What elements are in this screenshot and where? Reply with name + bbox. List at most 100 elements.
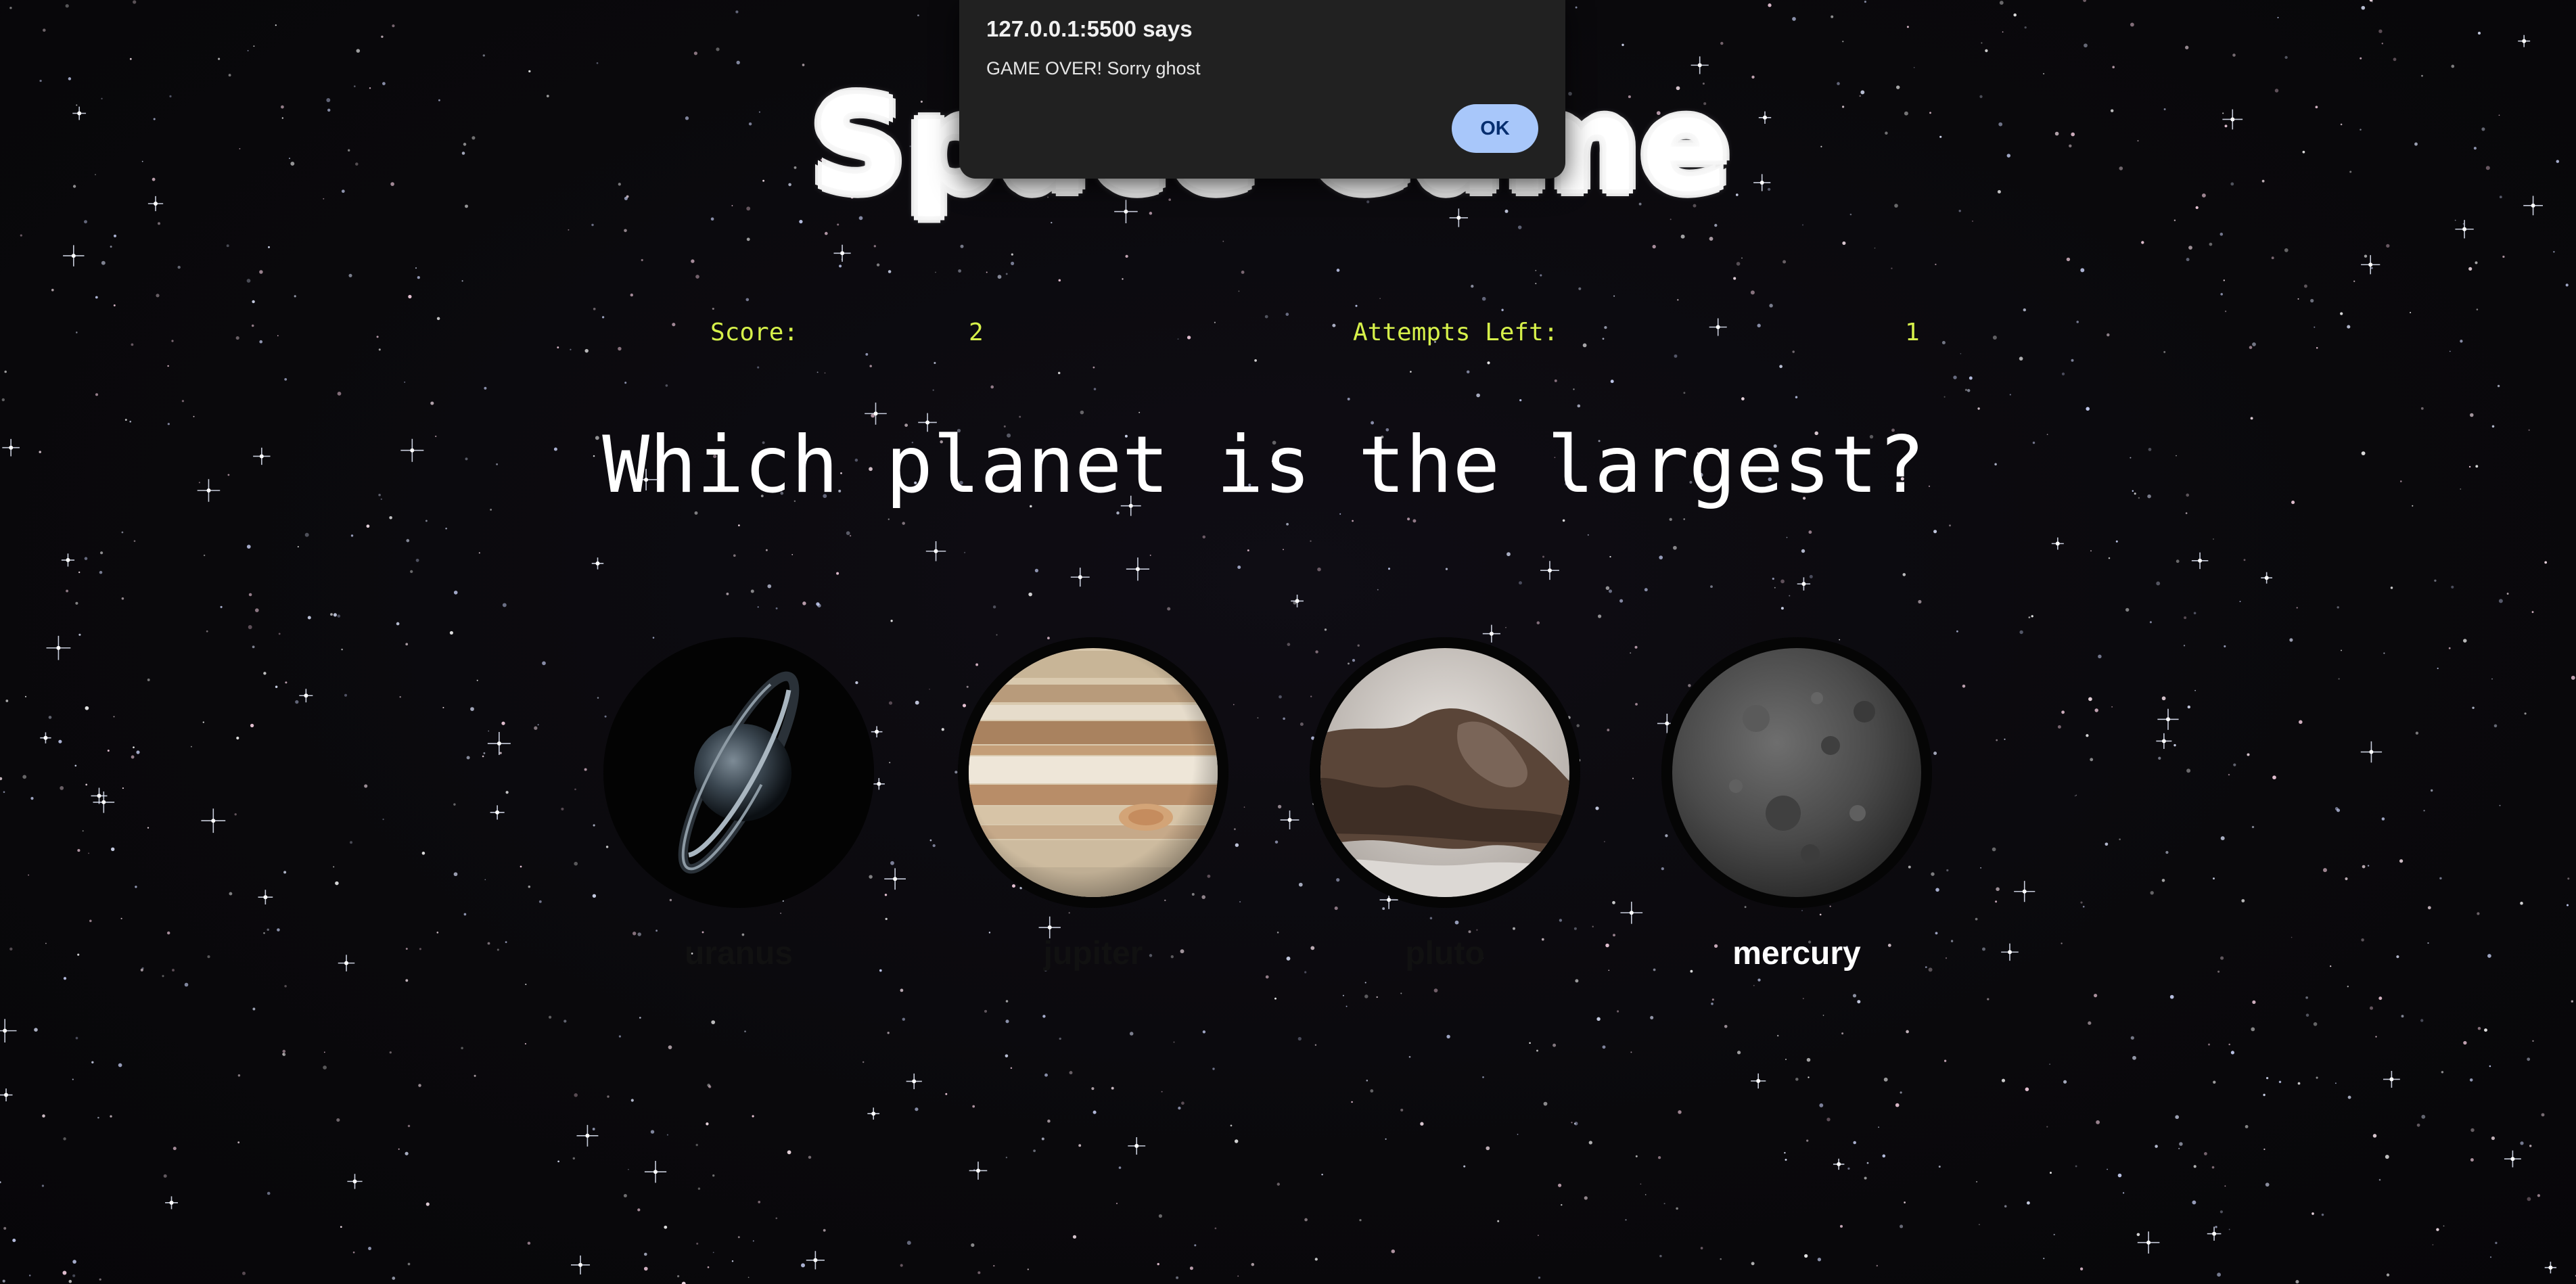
star [449, 630, 453, 635]
star [84, 557, 88, 560]
star [2330, 965, 2332, 967]
star [497, 948, 499, 951]
star [637, 1208, 641, 1212]
star [74, 764, 77, 767]
star [986, 271, 988, 273]
star [1753, 984, 1755, 986]
star [2111, 706, 2113, 708]
planet-option-uranus[interactable]: uranus [603, 637, 874, 970]
star [2263, 1093, 2266, 1097]
star [1149, 554, 1151, 556]
star [1634, 645, 1638, 649]
star [2053, 1233, 2055, 1236]
star [710, 217, 714, 221]
star [1194, 1244, 1197, 1247]
star [557, 1160, 559, 1163]
star [72, 1260, 76, 1264]
star [889, 762, 891, 764]
sparkle-star-core [2161, 739, 2166, 743]
uranus-image[interactable] [603, 637, 874, 908]
star [0, 1181, 1, 1184]
star [2117, 1173, 2122, 1178]
star [1985, 49, 1988, 53]
star [2002, 31, 2004, 33]
star [1047, 1119, 1051, 1123]
star [247, 49, 249, 51]
star [1552, 1043, 1557, 1047]
star [2150, 891, 2154, 895]
sparkle-star-core [304, 693, 308, 698]
star [2427, 942, 2429, 944]
star [1129, 1032, 1134, 1036]
star [2163, 350, 2166, 353]
star [2364, 254, 2368, 258]
star [1542, 555, 1544, 558]
star [1945, 957, 1948, 959]
star [236, 736, 239, 740]
star [2463, 1040, 2467, 1045]
star [1304, 971, 1307, 973]
star [1237, 566, 1241, 569]
star [1650, 1015, 1654, 1019]
planet-option-mercury[interactable]: mercury [1661, 637, 1932, 970]
star [34, 1028, 38, 1032]
sparkle-star-core [97, 794, 101, 798]
mercury-image[interactable] [1661, 637, 1932, 908]
sparkle-star-core [497, 741, 501, 746]
star [1505, 626, 1506, 628]
star [487, 942, 490, 945]
alert-message: GAME OVER! Sorry ghost [986, 58, 1201, 78]
sparkle-star-core [2008, 950, 2012, 955]
star [1543, 1101, 1548, 1106]
star [28, 874, 29, 876]
question-text: Which planet is the largest? [602, 419, 1925, 511]
star [691, 259, 695, 263]
star [100, 551, 104, 555]
star [1178, 1106, 1181, 1110]
star [2239, 601, 2241, 602]
star [85, 783, 88, 786]
star [1005, 1019, 1009, 1024]
star [2215, 1225, 2217, 1229]
star [404, 381, 406, 383]
star [2090, 758, 2094, 762]
star [993, 1264, 995, 1267]
star [1980, 867, 1982, 869]
star [2524, 712, 2527, 715]
star [248, 593, 252, 597]
pluto-image[interactable] [1310, 637, 1580, 908]
star [1809, 574, 1813, 578]
star [1975, 917, 1978, 921]
star [2487, 954, 2491, 958]
star [163, 1174, 167, 1178]
star [2188, 246, 2192, 250]
star [2378, 996, 2383, 1001]
star [1946, 869, 1949, 872]
ok-button[interactable]: OK [1452, 104, 1538, 153]
star [1481, 296, 1486, 301]
star [12, 1238, 16, 1243]
star [1433, 988, 1438, 992]
star [2024, 26, 2027, 29]
star [1842, 241, 1846, 245]
star [1010, 1067, 1013, 1070]
planet-name-uranus: uranus [684, 936, 794, 971]
planet-option-pluto[interactable]: pluto [1310, 637, 1580, 970]
star [1051, 221, 1053, 224]
star [171, 340, 174, 342]
star [1949, 524, 1951, 527]
star [1237, 1275, 1239, 1277]
planet-option-jupiter[interactable]: jupiter [958, 637, 1228, 970]
star [2454, 219, 2456, 221]
jupiter-image[interactable] [958, 637, 1228, 908]
star [1780, 607, 1784, 610]
star [1683, 518, 1685, 520]
star [1724, 1024, 1728, 1028]
star [2043, 1258, 2045, 1260]
star [2094, 708, 2098, 712]
star [1720, 41, 1724, 45]
star [1385, 1138, 1387, 1140]
star [1795, 396, 1798, 398]
star [248, 625, 252, 629]
star [1673, 545, 1677, 550]
